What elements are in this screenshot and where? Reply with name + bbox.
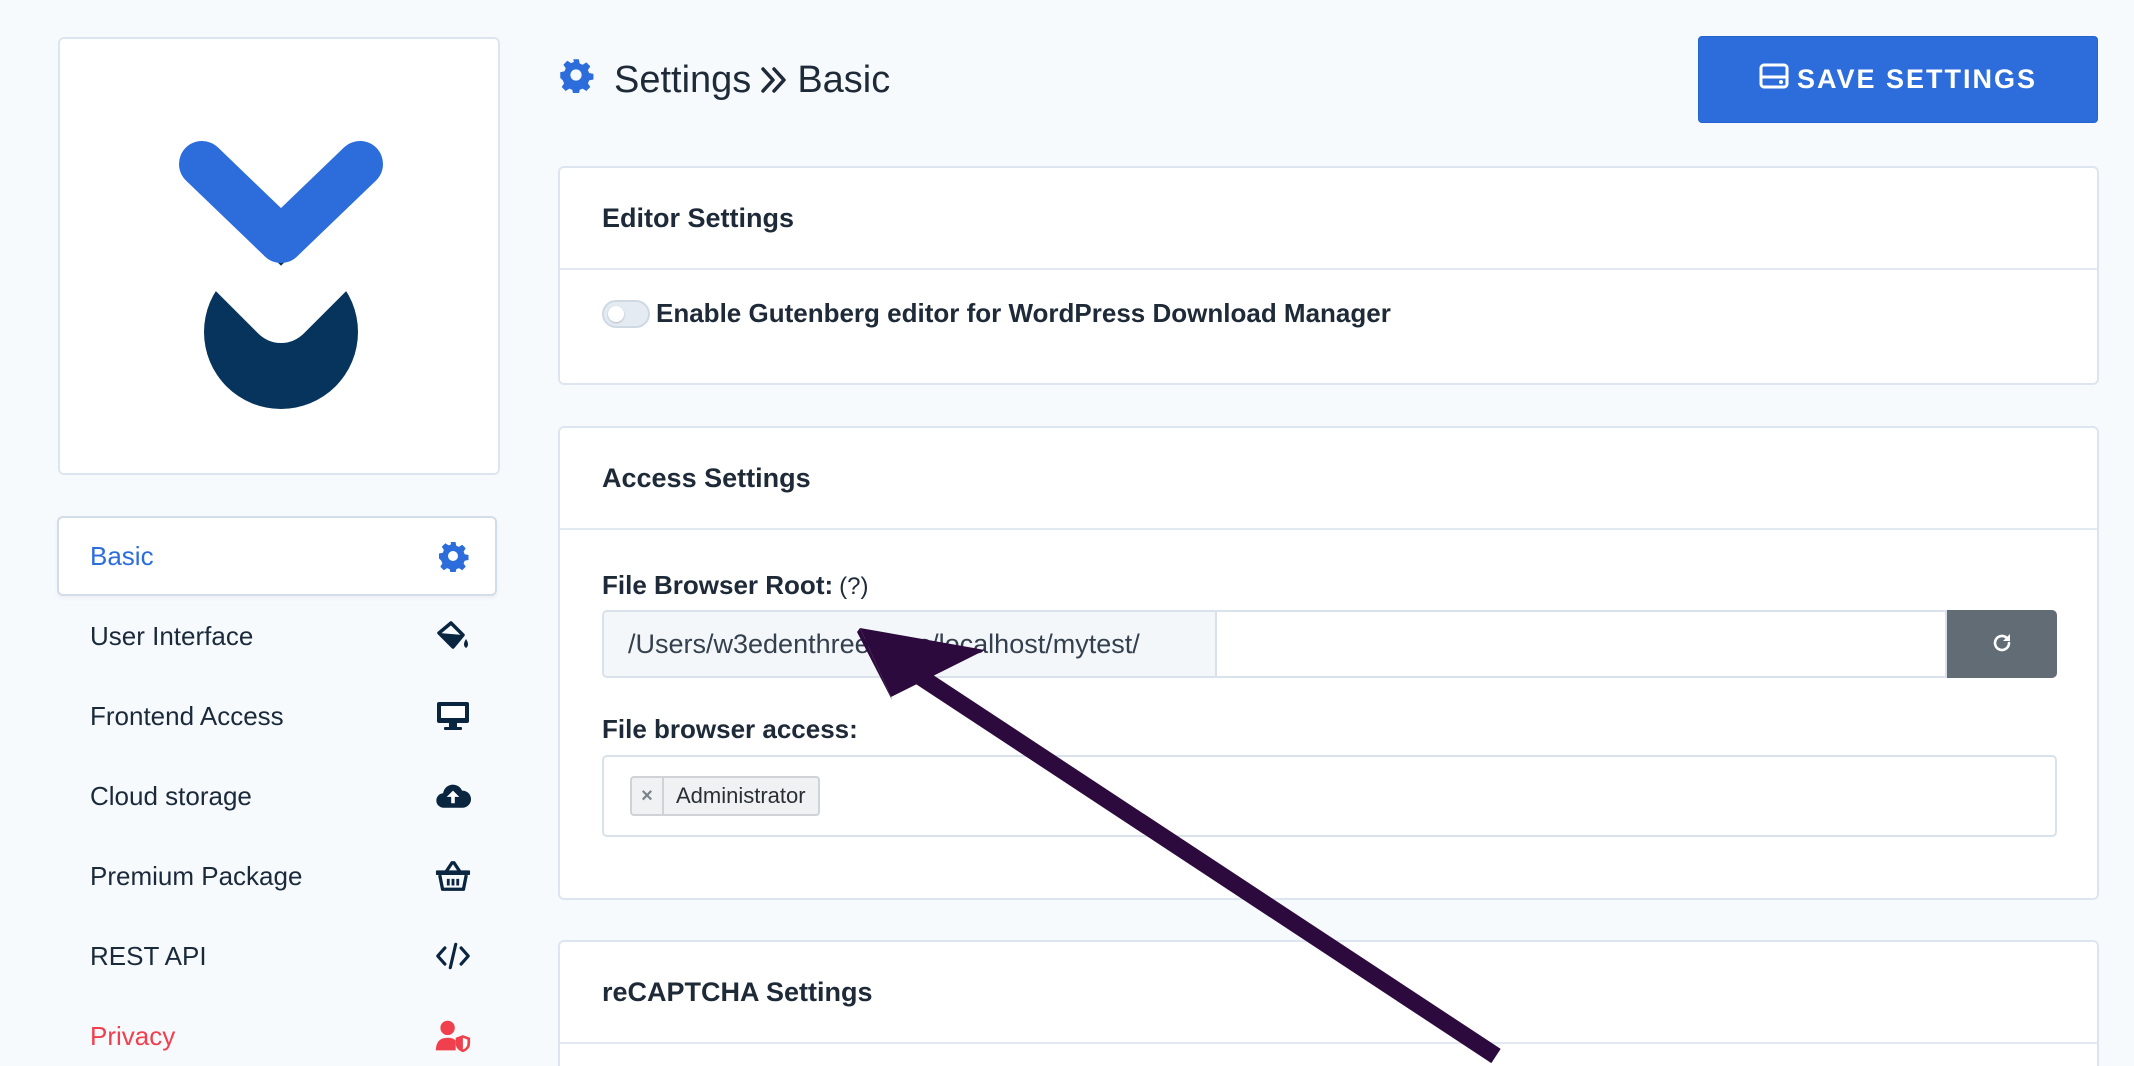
file-browser-access-select[interactable]: × Administrator <box>602 755 2057 837</box>
code-icon <box>435 938 471 974</box>
sidebar-item-label: Basic <box>90 540 154 571</box>
file-browser-root-group: /Users/w3edenthreesixes/localhost/mytest… <box>602 610 2057 678</box>
refresh-icon <box>1990 631 2014 658</box>
file-browser-root-input[interactable] <box>1215 610 1947 678</box>
access-settings-title: Access Settings <box>560 428 2097 530</box>
sidebar-item-user-interface[interactable]: User Interface <box>57 596 497 676</box>
logo-card <box>58 37 500 475</box>
recaptcha-settings-panel: reCAPTCHA Settings <box>558 940 2099 1066</box>
sidebar-nav: Basic User Interface Frontend Access Clo… <box>57 516 497 1066</box>
gear-icon <box>558 57 594 103</box>
page-title-text: Settings <box>614 58 752 101</box>
gutenberg-toggle-row: Enable Gutenberg editor for WordPress Do… <box>602 298 1391 329</box>
save-settings-button[interactable]: SAVE SETTINGS <box>1698 36 2098 123</box>
sidebar-item-frontend-access[interactable]: Frontend Access <box>57 676 497 756</box>
sidebar-item-privacy[interactable]: Privacy <box>57 996 497 1066</box>
root-path-prefix: /Users/w3edenthreesixes/localhost/mytest… <box>602 610 1215 678</box>
file-browser-root-label: File Browser Root: (?) <box>602 570 868 601</box>
sidebar-item-label: Cloud storage <box>90 780 252 811</box>
editor-settings-panel: Editor Settings Enable Gutenberg editor … <box>558 166 2099 385</box>
sidebar-item-label: Privacy <box>90 1020 176 1051</box>
cloud-upload-icon <box>435 778 471 814</box>
sidebar-item-label: Premium Package <box>90 860 303 891</box>
sidebar-item-label: User Interface <box>90 620 254 651</box>
gutenberg-toggle-label: Enable Gutenberg editor for WordPress Do… <box>656 298 1391 328</box>
sidebar-item-label: Frontend Access <box>90 700 284 731</box>
access-settings-panel: Access Settings File Browser Root: (?) /U… <box>558 426 2099 900</box>
monitor-icon <box>435 698 471 734</box>
editor-settings-title: Editor Settings <box>560 168 2097 270</box>
remove-tag-icon[interactable]: × <box>632 778 664 814</box>
app-logo <box>179 141 383 409</box>
paint-bucket-icon <box>435 618 471 654</box>
basket-icon <box>435 858 471 894</box>
recaptcha-settings-title: reCAPTCHA Settings <box>560 942 2097 1044</box>
page-subtitle-text: Basic <box>797 58 891 101</box>
chevron-double-right-icon <box>759 65 789 95</box>
gutenberg-toggle[interactable] <box>602 299 650 328</box>
sidebar-item-rest-api[interactable]: REST API <box>57 916 497 996</box>
user-shield-icon <box>435 1018 471 1054</box>
gear-icon <box>435 538 471 574</box>
file-browser-access-label: File browser access: <box>602 714 858 744</box>
save-button-label: SAVE SETTINGS <box>1796 64 2038 94</box>
help-hint[interactable]: (?) <box>839 573 868 600</box>
sidebar-item-label: REST API <box>90 940 207 971</box>
role-tag: × Administrator <box>630 776 820 816</box>
refresh-button[interactable] <box>1947 610 2057 678</box>
sidebar-item-cloud-storage[interactable]: Cloud storage <box>57 756 497 836</box>
page-title: Settings Basic <box>558 56 890 104</box>
sidebar-item-basic[interactable]: Basic <box>57 516 497 596</box>
sidebar-item-premium-package[interactable]: Premium Package <box>57 836 497 916</box>
file-browser-root-label-text: File Browser Root: <box>602 570 834 600</box>
save-drive-icon <box>1759 63 1789 96</box>
role-tag-label: Administrator <box>676 783 806 808</box>
settings-page: Basic User Interface Frontend Access Clo… <box>0 0 2134 1066</box>
